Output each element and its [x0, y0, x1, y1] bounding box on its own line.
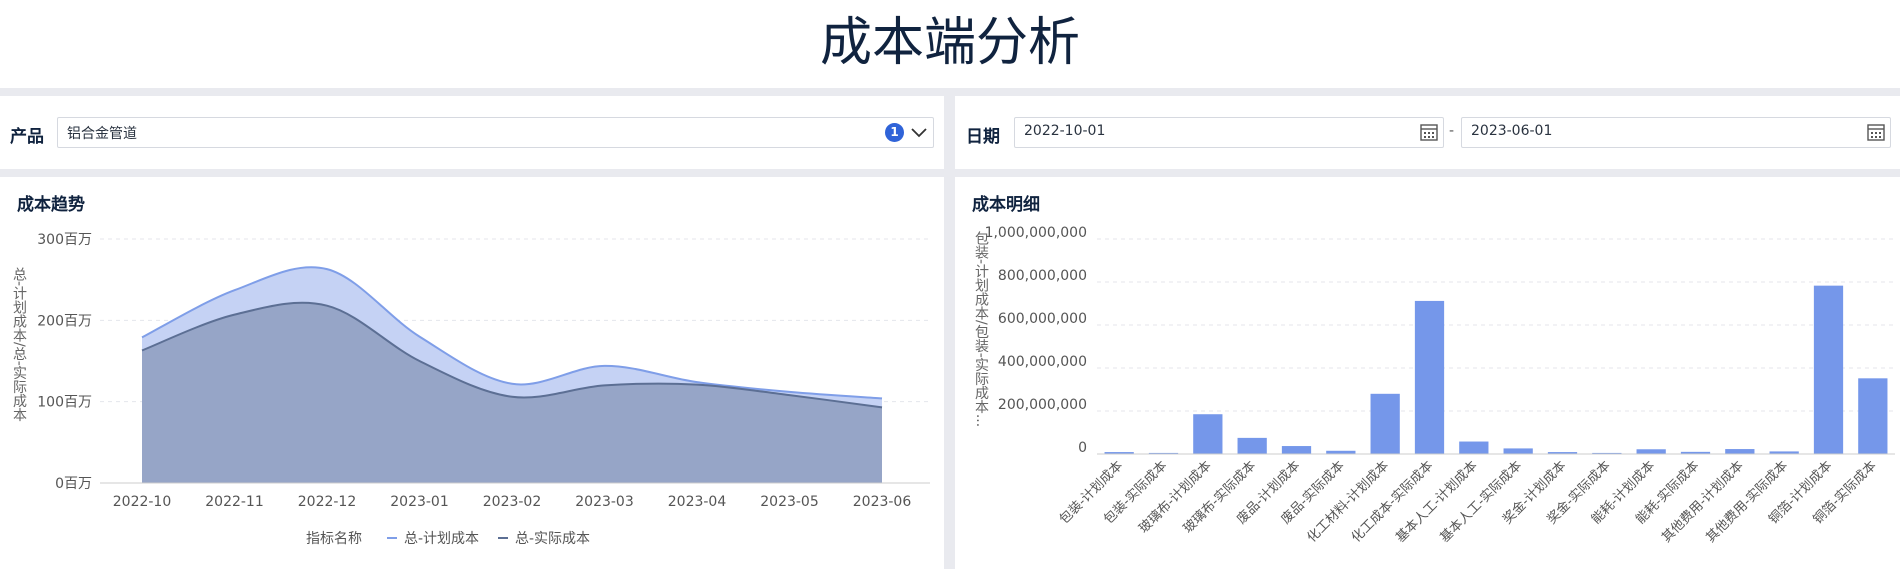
detail-x-tick-label: 其他费用-计划成本 — [1659, 458, 1746, 545]
detail-y-tick-label: 0 — [1078, 440, 1087, 456]
detail-y-tick-label: 400,000,000 — [998, 354, 1087, 370]
detail-y-tick-label: 600,000,000 — [998, 311, 1087, 327]
trend-x-tick-label: 2023-06 — [853, 494, 912, 510]
trend-area-chart: 总-计划成本/总-实际成本 0百万 100百万 200百万 300百万 2022-10 2… — [11, 232, 930, 547]
title-bar: 成本端分析 — [0, 0, 1900, 88]
trend-y-tick-label: 300百万 — [37, 232, 92, 248]
detail-x-tick-label: 其他费用-实际成本 — [1704, 458, 1791, 545]
page-title: 成本端分析 — [819, 13, 1080, 73]
trend-y-tick-label: 100百万 — [37, 395, 92, 411]
detail-bar-chart: 包装-计划成本/包装-实际成本... 0 200,000,000 400,000,0… — [973, 225, 1895, 546]
calendar-icon[interactable] — [1867, 123, 1885, 141]
end-date-value: 2023-06-01 — [1471, 123, 1553, 139]
calendar-icon[interactable] — [1420, 123, 1438, 141]
start-date-input[interactable]: 2022-10-01 — [1014, 117, 1444, 148]
bar[interactable] — [1636, 449, 1666, 454]
product-select[interactable]: 铝合金管道 1 — [57, 117, 934, 148]
trend-x-tick-label: 2022-11 — [205, 494, 264, 510]
legend-item-actual[interactable]: 总-实际成本 — [515, 531, 590, 547]
trend-x-tick-label: 2022-12 — [298, 494, 357, 510]
trend-y-tick-label: 0百万 — [55, 476, 92, 492]
detail-chart-panel: 成本明细 包装-计划成本/包装-实际成本... 0 200,000,000 400,… — [955, 177, 1900, 569]
legend-title: 指标名称 — [306, 531, 362, 547]
product-filter-label: 产品 — [10, 127, 44, 147]
trend-legend: 指标名称 总-计划成本 总-实际成本 — [306, 531, 590, 547]
detail-x-tick-label: 基本人工-实际成本 — [1438, 458, 1525, 545]
date-filter-label: 日期 — [966, 127, 1000, 147]
bar[interactable] — [1370, 393, 1400, 454]
trend-x-tick-label: 2023-05 — [760, 494, 819, 510]
trend-chart-panel: 成本趋势 总-计划成本/总-实际成本 0百万 100百万 200百万 300百万 202… — [0, 177, 944, 569]
detail-y-tick-label: 200,000,000 — [998, 397, 1087, 413]
trend-x-tick-label: 2023-02 — [483, 494, 542, 510]
legend-item-planned[interactable]: 总-计划成本 — [404, 531, 479, 547]
product-filter-panel: 产品 铝合金管道 1 — [0, 96, 944, 169]
trend-x-tick-label: 2022-10 — [113, 494, 172, 510]
trend-x-tick-label: 2023-03 — [575, 494, 634, 510]
date-range-separator: - — [1449, 123, 1455, 139]
start-date-value: 2022-10-01 — [1024, 123, 1106, 139]
bar[interactable] — [1237, 437, 1267, 454]
end-date-input[interactable]: 2023-06-01 — [1461, 117, 1891, 148]
bar[interactable] — [1813, 285, 1844, 454]
bar[interactable] — [1459, 441, 1489, 454]
bar[interactable] — [1858, 378, 1888, 454]
detail-y-tick-label: 800,000,000 — [998, 268, 1087, 284]
date-filter-panel: 日期 2022-10-01 - 2023-06-01 — [955, 96, 1900, 169]
bar[interactable] — [1193, 414, 1223, 454]
bar[interactable] — [1503, 448, 1533, 454]
detail-y-axis-label: 包装-计划成本/包装-实际成本... — [973, 231, 989, 427]
chevron-down-icon[interactable] — [911, 128, 927, 138]
trend-y-axis-label: 总-计划成本/总-实际成本 — [11, 267, 27, 422]
detail-y-tick-label: 1,000,000,000 — [985, 225, 1087, 241]
bar[interactable] — [1281, 446, 1312, 454]
bar[interactable] — [1414, 300, 1445, 454]
detail-x-tick-label: 化工成本-实际成本 — [1349, 458, 1436, 545]
trend-y-tick-label: 200百万 — [37, 313, 92, 329]
product-select-value: 铝合金管道 — [67, 126, 137, 142]
bar[interactable] — [1725, 449, 1755, 454]
trend-x-tick-label: 2023-01 — [390, 494, 449, 510]
detail-x-tick-label: 化工材料-计划成本 — [1305, 458, 1392, 545]
detail-x-tick-label: 基本人工-计划成本 — [1393, 458, 1480, 545]
trend-x-tick-label: 2023-04 — [668, 494, 727, 510]
selected-count-badge: 1 — [885, 123, 904, 142]
